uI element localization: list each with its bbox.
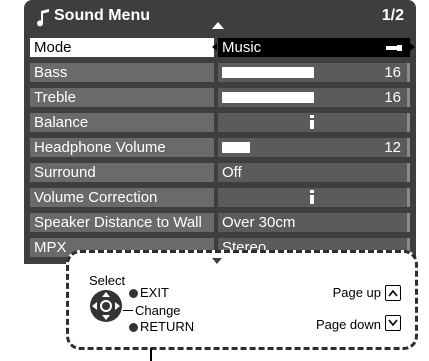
change-label: Change bbox=[135, 303, 181, 318]
level-number: 12 bbox=[384, 139, 401, 156]
level-bar bbox=[222, 92, 314, 103]
menu-row-label: Headphone Volume bbox=[30, 138, 214, 157]
mode-value[interactable]: Music bbox=[212, 38, 415, 57]
treble-value[interactable]: 16 bbox=[218, 88, 410, 107]
button-dot-icon bbox=[129, 289, 138, 298]
scroll-down-indicator bbox=[212, 258, 222, 264]
menu-row-treble[interactable]: Treble 16 bbox=[30, 88, 410, 107]
level-bar bbox=[222, 67, 314, 78]
menu-row-surround[interactable]: Surround Off bbox=[30, 163, 410, 182]
sound-menu-panel: Sound Menu 1/2 Mode Music Bass 16 Treble… bbox=[24, 0, 416, 264]
center-marker-icon bbox=[310, 190, 314, 204]
slider-icon bbox=[386, 45, 402, 51]
menu-row-label: Bass bbox=[30, 63, 214, 82]
page-up-label: Page up bbox=[332, 285, 381, 300]
return-hint: RETURN bbox=[129, 319, 194, 334]
menu-row-bass[interactable]: Bass 16 bbox=[30, 63, 410, 82]
menu-row-volume-correction[interactable]: Volume Correction bbox=[30, 188, 410, 207]
remote-guide-panel: Select EXIT Change RETURN Page up Page d… bbox=[66, 250, 418, 350]
menu-row-label: Volume Correction bbox=[30, 188, 214, 207]
page-indicator: 1/2 bbox=[381, 7, 404, 24]
speaker-distance-value[interactable]: Over 30cm bbox=[218, 213, 410, 232]
balance-value[interactable] bbox=[218, 113, 410, 132]
button-dot-icon bbox=[129, 323, 138, 332]
dpad-icon bbox=[90, 290, 122, 322]
left-arrow-icon[interactable] bbox=[212, 43, 217, 51]
right-arrow-icon[interactable] bbox=[410, 43, 415, 51]
page-up-key-icon bbox=[385, 285, 401, 301]
menu-row-label: Surround bbox=[30, 163, 214, 182]
exit-hint: EXIT bbox=[129, 285, 169, 300]
level-bar bbox=[222, 142, 250, 153]
menu-row-balance[interactable]: Balance bbox=[30, 113, 410, 132]
menu-title: Sound Menu bbox=[54, 7, 150, 24]
menu-row-speaker-distance[interactable]: Speaker Distance to Wall Over 30cm bbox=[30, 213, 410, 232]
bass-value[interactable]: 16 bbox=[218, 63, 410, 82]
mode-value-text: Music bbox=[222, 39, 262, 56]
scroll-up-indicator bbox=[212, 22, 224, 29]
page-down-label: Page down bbox=[315, 317, 381, 332]
level-number: 16 bbox=[384, 64, 401, 81]
select-label: Select bbox=[89, 273, 126, 288]
menu-header: Sound Menu 1/2 bbox=[24, 0, 416, 34]
menu-row-label: Speaker Distance to Wall bbox=[30, 213, 214, 232]
menu-row-label: Balance bbox=[30, 113, 214, 132]
headphone-volume-value[interactable]: 12 bbox=[218, 138, 410, 157]
return-label: RETURN bbox=[140, 319, 195, 334]
page-down-key-icon bbox=[385, 315, 401, 331]
connector-line bbox=[123, 310, 133, 311]
menu-row-mode[interactable]: Mode Music bbox=[30, 38, 415, 57]
menu-row-label: Treble bbox=[30, 88, 214, 107]
center-marker-icon bbox=[310, 115, 314, 129]
menu-row-label: Mode bbox=[30, 38, 214, 57]
menu-row-headphone-volume[interactable]: Headphone Volume 12 bbox=[30, 138, 410, 157]
surround-value[interactable]: Off bbox=[218, 163, 410, 182]
volume-correction-value[interactable] bbox=[218, 188, 410, 207]
exit-label: EXIT bbox=[140, 285, 169, 300]
callout-pointer-line bbox=[150, 348, 152, 361]
music-note-icon bbox=[37, 9, 49, 27]
level-number: 16 bbox=[384, 89, 401, 106]
